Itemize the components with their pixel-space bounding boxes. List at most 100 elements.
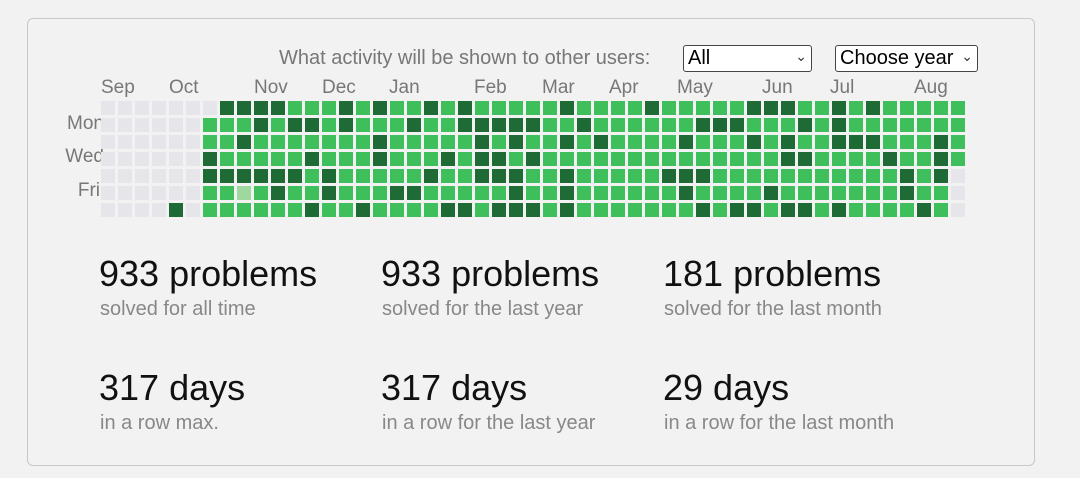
heatmap-cell bbox=[832, 135, 846, 149]
heatmap-cell bbox=[390, 186, 404, 200]
heatmap-cell bbox=[135, 152, 149, 166]
heatmap-cell bbox=[339, 186, 353, 200]
stat-value: 29 days bbox=[663, 367, 790, 408]
heatmap-cell bbox=[305, 203, 319, 217]
heatmap-cell bbox=[322, 101, 336, 115]
heatmap-cell bbox=[390, 169, 404, 183]
heatmap-cell bbox=[339, 135, 353, 149]
heatmap-cell bbox=[594, 101, 608, 115]
heatmap-cell bbox=[441, 152, 455, 166]
heatmap-cell bbox=[713, 118, 727, 132]
heatmap-cell bbox=[356, 152, 370, 166]
heatmap-cell bbox=[220, 101, 234, 115]
heatmap-cell bbox=[254, 203, 268, 217]
heatmap-cell bbox=[747, 169, 761, 183]
activity-select[interactable]: All ⌄ bbox=[683, 45, 812, 72]
heatmap-cell bbox=[322, 203, 336, 217]
heatmap-cell bbox=[730, 169, 744, 183]
heatmap-cell bbox=[152, 169, 166, 183]
heatmap-cell bbox=[628, 152, 642, 166]
heatmap-cell bbox=[407, 203, 421, 217]
heatmap-cell bbox=[101, 186, 115, 200]
heatmap-cell bbox=[220, 118, 234, 132]
heatmap-cell bbox=[526, 203, 540, 217]
heatmap-cell bbox=[679, 118, 693, 132]
heatmap-cell bbox=[662, 152, 676, 166]
heatmap-cell bbox=[424, 152, 438, 166]
heatmap-cell bbox=[203, 135, 217, 149]
heatmap-cell bbox=[271, 101, 285, 115]
heatmap-cell bbox=[254, 152, 268, 166]
heatmap-cell bbox=[220, 152, 234, 166]
heatmap-cell bbox=[509, 169, 523, 183]
heatmap-cell bbox=[492, 101, 506, 115]
heatmap-cell bbox=[441, 135, 455, 149]
heatmap-cell bbox=[458, 135, 472, 149]
heatmap-cell bbox=[339, 203, 353, 217]
heatmap-cell bbox=[730, 186, 744, 200]
heatmap-cell bbox=[424, 101, 438, 115]
heatmap-cell bbox=[254, 118, 268, 132]
heatmap-cell bbox=[441, 118, 455, 132]
heatmap-cell bbox=[288, 135, 302, 149]
heatmap-cell bbox=[611, 118, 625, 132]
heatmap-cell bbox=[866, 169, 880, 183]
heatmap-cell bbox=[118, 101, 132, 115]
heatmap-cell bbox=[152, 203, 166, 217]
heatmap-cell bbox=[934, 101, 948, 115]
activity-select-value: All bbox=[688, 47, 711, 69]
heatmap-cell bbox=[356, 135, 370, 149]
heatmap-cell bbox=[611, 152, 625, 166]
heatmap-cell bbox=[747, 203, 761, 217]
heatmap-cell bbox=[441, 203, 455, 217]
heatmap-cell bbox=[662, 186, 676, 200]
heatmap-cell bbox=[288, 101, 302, 115]
heatmap-cell bbox=[883, 152, 897, 166]
heatmap-cell bbox=[271, 186, 285, 200]
heatmap-cell bbox=[815, 101, 829, 115]
heatmap-cell bbox=[747, 118, 761, 132]
day-labels: Mon Wed Fri bbox=[60, 110, 104, 210]
heatmap-cell bbox=[611, 101, 625, 115]
heatmap-cell bbox=[560, 186, 574, 200]
heatmap-cell bbox=[322, 152, 336, 166]
heatmap-cell bbox=[832, 203, 846, 217]
heatmap-cell bbox=[781, 169, 795, 183]
heatmap-cell bbox=[543, 186, 557, 200]
heatmap-cell bbox=[237, 118, 251, 132]
heatmap-cell bbox=[373, 118, 387, 132]
heatmap-cell bbox=[951, 135, 965, 149]
heatmap-cell bbox=[815, 203, 829, 217]
heatmap-cell bbox=[628, 186, 642, 200]
heatmap-cell bbox=[679, 135, 693, 149]
heatmap-cell bbox=[526, 135, 540, 149]
year-select[interactable]: Choose year ⌄ bbox=[835, 45, 978, 72]
heatmap-cell bbox=[815, 169, 829, 183]
year-select-value: Choose year bbox=[840, 47, 954, 69]
heatmap-cell bbox=[849, 101, 863, 115]
heatmap-cell bbox=[271, 152, 285, 166]
heatmap-cell bbox=[951, 118, 965, 132]
heatmap-cell bbox=[798, 152, 812, 166]
heatmap-cell bbox=[611, 169, 625, 183]
heatmap-cell bbox=[152, 101, 166, 115]
heatmap-cell bbox=[356, 118, 370, 132]
heatmap-cell bbox=[237, 203, 251, 217]
heatmap-cell bbox=[152, 186, 166, 200]
heatmap-cell bbox=[543, 101, 557, 115]
heatmap-cell bbox=[356, 203, 370, 217]
heatmap-cell bbox=[441, 169, 455, 183]
heatmap-cell bbox=[118, 169, 132, 183]
month-label: Jul bbox=[830, 77, 855, 98]
heatmap-cell bbox=[475, 101, 489, 115]
heatmap-cell bbox=[526, 101, 540, 115]
heatmap-cell bbox=[373, 169, 387, 183]
heatmap-cell bbox=[696, 101, 710, 115]
heatmap-cell bbox=[390, 152, 404, 166]
heatmap-cell bbox=[169, 169, 183, 183]
chevron-down-icon: ⌄ bbox=[961, 48, 973, 64]
heatmap-cell bbox=[186, 152, 200, 166]
stat-value: 317 days bbox=[99, 367, 246, 408]
heatmap-cell bbox=[917, 118, 931, 132]
heatmap-cell bbox=[662, 203, 676, 217]
